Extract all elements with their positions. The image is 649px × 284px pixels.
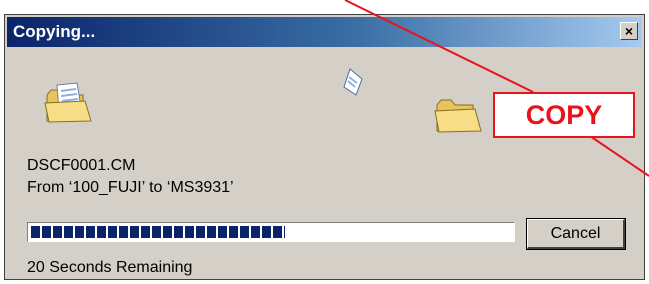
progress-fill — [31, 226, 285, 238]
copy-callout-label: COPY — [493, 92, 635, 138]
dialog-title: Copying... — [13, 22, 96, 41]
folder-icon — [433, 95, 485, 140]
screenshot-stage: Copying... × DSCF0001.CM From ‘100_FUJI’… — [0, 0, 649, 284]
close-icon: × — [624, 23, 634, 39]
copy-dialog: Copying... × DSCF0001.CM From ‘100_FUJI’… — [4, 14, 645, 280]
flying-paper-icon — [342, 67, 366, 102]
time-remaining: 20 Seconds Remaining — [27, 259, 193, 276]
cancel-button[interactable]: Cancel — [526, 218, 626, 250]
file-name: DSCF0001.CM — [27, 157, 136, 174]
progress-bar — [27, 222, 515, 242]
title-bar[interactable]: Copying... × — [7, 17, 642, 47]
copy-source-destination: From ‘100_FUJI’ to ‘MS3931’ — [27, 179, 234, 196]
close-button[interactable]: × — [620, 22, 638, 40]
open-folder-icon — [43, 81, 95, 130]
